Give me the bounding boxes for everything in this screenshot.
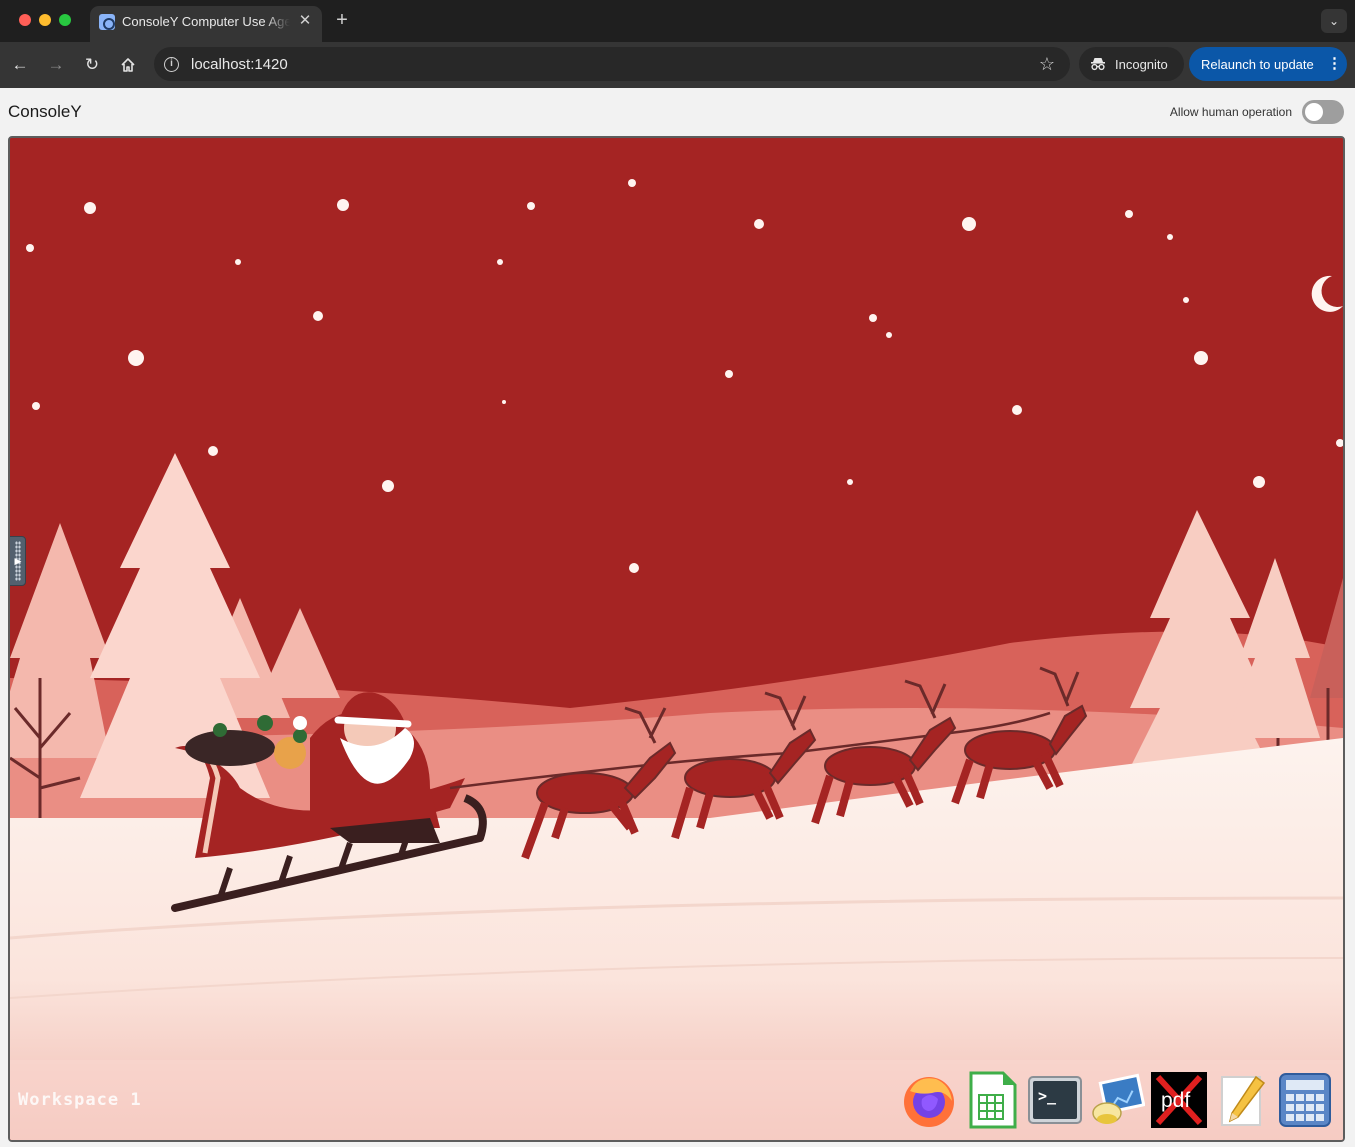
window-minimize-button[interactable] <box>39 14 51 26</box>
tab-favicon-icon <box>99 14 115 30</box>
svg-text:pdf: pdf <box>1161 1089 1190 1112</box>
svg-text:>_: >_ <box>1038 1087 1057 1105</box>
human-operation-toggle[interactable] <box>1302 100 1344 124</box>
incognito-icon <box>1091 58 1105 71</box>
pdf-icon[interactable]: pdf <box>1150 1071 1208 1129</box>
calculator-icon[interactable] <box>1276 1071 1334 1129</box>
tab-close-icon[interactable]: ✕ <box>296 12 314 30</box>
firefox-icon[interactable] <box>900 1071 958 1129</box>
side-panel-handle[interactable]: ▶ <box>10 536 26 586</box>
new-tab-plus-icon[interactable]: + <box>333 10 351 30</box>
workspace-label[interactable]: Workspace 1 <box>18 1090 142 1110</box>
forward-icon[interactable]: → <box>44 53 68 77</box>
consoley-page: ConsoleY Allow human operation ▶ Workspa… <box>0 88 1355 1147</box>
expand-arrow-icon: ▶ <box>14 556 22 566</box>
toggle-knob <box>1305 103 1323 121</box>
home-icon[interactable] <box>116 53 140 77</box>
reload-icon[interactable]: ↻ <box>80 53 104 77</box>
text-editor-icon[interactable] <box>1212 1071 1270 1129</box>
window-close-button[interactable] <box>19 14 31 26</box>
incognito-indicator[interactable]: Incognito <box>1079 47 1184 81</box>
spreadsheet-icon[interactable] <box>963 1071 1021 1129</box>
remote-desktop-screen[interactable]: ▶ Workspace 1 >_ pdf <box>8 136 1345 1142</box>
tab-title: ConsoleY Computer Use Agent <box>122 14 290 29</box>
url-text[interactable]: localhost:1420 <box>191 56 288 73</box>
browser-tab[interactable]: ConsoleY Computer Use Agent ✕ <box>90 6 322 42</box>
image-viewer-icon[interactable] <box>1087 1071 1146 1129</box>
terminal-icon[interactable]: >_ <box>1026 1071 1084 1129</box>
kebab-icon[interactable]: ⋮ <box>1327 55 1342 73</box>
tab-search-chevron-down-icon[interactable]: ⌄ <box>1321 9 1347 33</box>
relaunch-label: Relaunch to update <box>1201 57 1314 72</box>
app-title: ConsoleY <box>8 102 82 121</box>
back-icon[interactable]: ← <box>8 53 32 77</box>
address-bar[interactable]: i localhost:1420 ☆ <box>154 47 1070 81</box>
browser-toolbar: ← → ↻ i localhost:1420 ☆ Incognito Relau… <box>0 42 1355 88</box>
window-zoom-button[interactable] <box>59 14 71 26</box>
browser-tab-strip: ConsoleY Computer Use Agent ✕ + ⌄ <box>0 0 1355 42</box>
bookmark-star-icon[interactable]: ☆ <box>1037 53 1057 75</box>
human-operation-label: Allow human operation <box>1169 105 1292 119</box>
incognito-label: Incognito <box>1115 57 1168 72</box>
desktop-dock: Workspace 1 >_ pdf <box>10 1060 1343 1140</box>
site-info-icon[interactable]: i <box>164 57 179 72</box>
relaunch-to-update-button[interactable]: Relaunch to update ⋮ <box>1189 47 1347 81</box>
christmas-wallpaper <box>10 138 1343 1140</box>
